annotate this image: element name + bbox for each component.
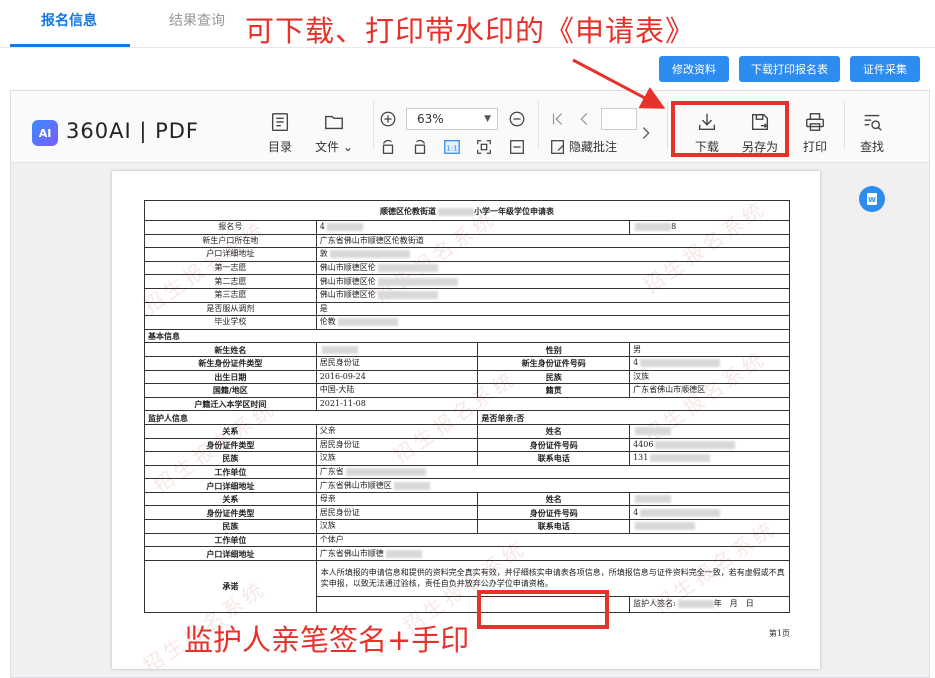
rotate-right-icon[interactable] [411,138,429,156]
table-row: 新生身份证件类型 居民身份证 新生身份证件号码 4 [144,355,790,371]
table-row: 出生日期 2016-09-24 民族 汉族 [144,369,790,385]
annotation-icon [551,140,565,154]
pdf-viewer: AI 360AI | PDF 目录 文件 ⌄ 63% ▼ 1:1 隐藏批注 下载… [10,90,930,678]
page-number: 第1页 [768,629,790,638]
table-row: 关系 母亲 姓名 [144,491,790,507]
highlight-box-signature [477,590,609,629]
table-row: 第一志愿 佛山市顺德区伦 [144,260,791,276]
modify-info-button[interactable]: 修改资料 [659,56,729,82]
annotation-bottom: 监护人亲笔签名+手印 [184,623,470,657]
toolbar-separator [373,101,374,149]
table-row: 户籍迁入本学区时间 2021-11-08 [144,396,791,412]
table-row: 身份证件类型 居民身份证 身份证件号码 4 [144,505,790,521]
app-logo-text: 360AI | PDF [66,119,199,143]
table-row: 新生姓名 性别男 [144,342,790,357]
next-page-icon[interactable] [637,124,655,142]
toc-label: 目录 [267,140,292,154]
page-number-input[interactable] [601,108,637,130]
chevron-down-icon: ▼ [484,114,491,124]
toolbar-separator [667,101,668,149]
toolbar-separator [844,101,845,149]
hide-annotations-button[interactable]: 隐藏批注 [569,138,617,155]
tab-registration-info[interactable]: 报名信息 [41,10,97,30]
pdf-toolbar: AI 360AI | PDF 目录 文件 ⌄ 63% ▼ 1:1 隐藏批注 下载… [11,91,929,163]
signature-date: 年 月 日 [713,599,754,609]
first-page-icon[interactable] [549,110,567,128]
word-doc-icon: W [867,193,877,205]
table-row: 工作单位 个体户 [144,532,791,548]
promise-row: 承诺 本人所填报的申请信息和提供的资料完全真实有效，并仔细核实申请表各项信息，所填… [144,559,791,613]
zoom-out-icon[interactable] [508,110,526,128]
zoom-value: 63% [417,112,444,126]
table-row: 户口详细地址 广东省佛山市顺德 [144,546,791,561]
zoom-select[interactable]: 63% ▼ [406,108,498,130]
toolbar-separator [538,101,539,149]
table-row: 身份证件类型 居民身份证 身份证件号码 4406 [144,437,790,453]
active-tab-indicator [10,44,130,47]
find-button[interactable]: 查找 [849,111,895,157]
table-row: 户口详细地址 广东省佛山市顺德区 [144,478,791,493]
tab-result-query[interactable]: 结果查询 [169,10,225,30]
rotate-left-icon[interactable] [379,138,397,156]
find-label: 查找 [859,140,884,154]
form-title: 顺德区伦教街道 小学一年级学位申请表 [144,200,790,221]
table-row: 毕业学校 伦教 [144,315,791,330]
file-menu-button[interactable]: 文件 ⌄ [311,111,357,157]
file-label: 文件 ⌄ [315,140,353,154]
table-row: 是否服从调剂是 [144,301,791,317]
download-print-form-button[interactable]: 下载打印报名表 [739,56,840,82]
table-row: 国籍/地区 中国-大陆 籍贯 广东省佛山市顺德区 [144,383,790,398]
application-form-table: 顺德区伦教街道 小学一年级学位申请表 报名号 4 8 新生户口所在地 广东省佛山市顺德区… [143,200,791,613]
zoom-in-icon[interactable] [379,110,397,128]
print-label: 打印 [802,140,827,154]
page-root: 报名信息 结果查询 可下载、打印带水印的《申请表》 修改资料 下载打印报名表 证… [0,0,935,678]
id-capture-button[interactable]: 证件采集 [850,56,920,82]
find-icon [864,114,882,131]
fit-width-icon[interactable] [508,138,526,156]
table-row: 新生户口所在地 广东省佛山市顺德区伦教街道 [144,233,791,249]
table-row: 关系 父亲 姓名 [144,423,790,439]
fit-page-icon[interactable] [475,138,493,156]
highlight-box-download [671,101,789,157]
previous-page-icon[interactable] [575,110,593,128]
signature-label: 监护人签名: [633,599,676,609]
form-title-row: 顺德区伦教街道 小学一年级学位申请表 [144,200,790,221]
ai-logo-icon: AI [32,120,58,146]
folder-icon [325,115,343,130]
svg-text:1:1: 1:1 [446,144,458,153]
pdf-page: 招生报名系统 招生报名系统 招生报名系统 招生报名系统 招生报名系统 招生报名系… [112,171,820,669]
table-row: 工作单位 广东省 [144,464,791,480]
toc-button[interactable]: 目录 [257,111,303,157]
table-row: 民族 汉族 联系电话 131 [144,451,790,466]
section-header-row: 基本信息 [144,328,790,344]
word-export-button[interactable]: W [859,186,885,212]
table-row: 第三志愿 佛山市顺德区伦 [144,287,791,303]
section-header-row: 监护人信息 是否单亲:否 [143,410,790,425]
svg-text:W: W [868,196,876,204]
table-row: 户口详细地址敦 [144,247,791,262]
annotation-top: 可下载、打印带水印的《申请表》 [245,14,696,48]
print-button[interactable]: 打印 [792,111,838,157]
redaction [438,207,474,216]
table-row: 报名号 4 8 [144,220,790,235]
table-row: 第二志愿 佛山市顺德区伦 [144,274,791,289]
table-row: 民族 汉族 联系电话 [144,519,790,534]
printer-icon [806,113,824,131]
actual-size-icon[interactable]: 1:1 [443,138,461,156]
toc-icon [271,113,289,131]
